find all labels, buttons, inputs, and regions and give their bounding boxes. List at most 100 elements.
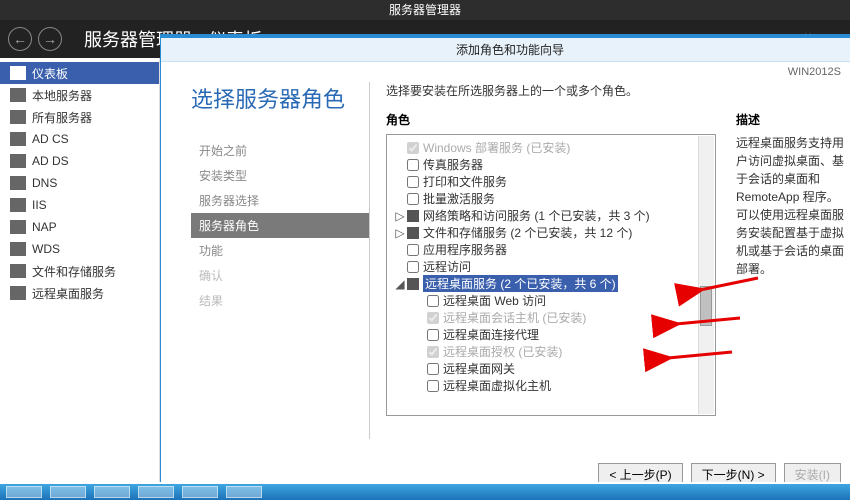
- sidebar-item-icon: [10, 264, 26, 278]
- nav-forward-button[interactable]: →: [38, 27, 62, 51]
- taskbar[interactable]: [0, 482, 850, 500]
- role-row-12[interactable]: 远程桌面授权 (已安装): [393, 343, 713, 360]
- role-checkbox[interactable]: [407, 159, 419, 171]
- sidebar-item-icon: [10, 198, 26, 212]
- sidebar-item-3[interactable]: AD CS: [0, 128, 159, 150]
- checkbox-partial-icon[interactable]: [407, 210, 419, 222]
- role-checkbox[interactable]: [407, 244, 419, 256]
- wizard-heading: 选择服务器角色: [191, 82, 369, 114]
- wizard-dialog: 添加角色和功能向导 选择服务器角色 开始之前安装类型服务器选择服务器角色功能确认…: [160, 34, 850, 500]
- sidebar: 仪表板本地服务器所有服务器 AD CS AD DS DNS IIS NAP WDS 文件和存储…: [0, 58, 160, 500]
- role-row-2[interactable]: 打印和文件服务: [393, 173, 713, 190]
- role-row-6[interactable]: 应用程序服务器: [393, 241, 713, 258]
- checkbox-partial-icon[interactable]: [407, 227, 419, 239]
- wizard-prompt: 选择要安装在所选服务器上的一个或多个角色。: [386, 82, 849, 99]
- sidebar-item-6[interactable]: IIS: [0, 194, 159, 216]
- role-checkbox[interactable]: [427, 363, 439, 375]
- taskbar-item[interactable]: [226, 486, 262, 498]
- sidebar-item-icon: [10, 286, 26, 300]
- sidebar-item-8[interactable]: WDS: [0, 238, 159, 260]
- sidebar-item-label: AD CS: [32, 132, 69, 146]
- taskbar-item[interactable]: [6, 486, 42, 498]
- sidebar-item-2[interactable]: 所有服务器: [0, 106, 159, 128]
- wizard-step-2[interactable]: 服务器选择: [191, 188, 369, 213]
- sidebar-item-label: AD DS: [32, 154, 69, 168]
- wizard-steps-list: 开始之前安装类型服务器选择服务器角色功能确认结果: [191, 138, 369, 313]
- sidebar-item-icon: [10, 66, 26, 80]
- expander-icon[interactable]: ◢: [395, 277, 405, 291]
- wizard-step-4[interactable]: 功能: [191, 238, 369, 263]
- role-label: 远程桌面授权 (已安装): [443, 343, 562, 360]
- sidebar-item-label: NAP: [32, 220, 57, 234]
- role-checkbox[interactable]: [407, 261, 419, 273]
- role-label: 远程访问: [423, 258, 471, 275]
- role-row-5[interactable]: ▷ 文件和存储服务 (2 个已安装，共 12 个): [393, 224, 713, 241]
- sidebar-item-10[interactable]: 远程桌面服务: [0, 282, 159, 304]
- expander-icon[interactable]: ▷: [395, 209, 405, 223]
- role-row-7[interactable]: 远程访问: [393, 258, 713, 275]
- role-row-3[interactable]: 批量激活服务: [393, 190, 713, 207]
- sidebar-item-9[interactable]: 文件和存储服务: [0, 260, 159, 282]
- sidebar-item-5[interactable]: DNS: [0, 172, 159, 194]
- role-checkbox[interactable]: [407, 176, 419, 188]
- role-checkbox: [427, 346, 439, 358]
- role-label: 远程桌面虚拟化主机: [443, 377, 551, 394]
- roles-listbox[interactable]: Windows 部署服务 (已安装)传真服务器打印和文件服务批量激活服务 ▷ 网络策…: [386, 134, 716, 416]
- role-checkbox[interactable]: [427, 295, 439, 307]
- checkbox-partial-icon[interactable]: [407, 278, 419, 290]
- sidebar-item-icon: [10, 220, 26, 234]
- sidebar-item-1[interactable]: 本地服务器: [0, 84, 159, 106]
- wizard-step-0[interactable]: 开始之前: [191, 138, 369, 163]
- wizard-title-bar: 添加角色和功能向导: [161, 38, 850, 62]
- wizard-left-panel: 选择服务器角色 开始之前安装类型服务器选择服务器角色功能确认结果: [161, 62, 369, 499]
- role-row-11[interactable]: 远程桌面连接代理: [393, 326, 713, 343]
- role-label: 远程桌面网关: [443, 360, 515, 377]
- roles-scrollbar-thumb[interactable]: [700, 286, 712, 326]
- wizard-title: 添加角色和功能向导: [456, 43, 564, 57]
- wizard-step-1[interactable]: 安装类型: [191, 163, 369, 188]
- sidebar-item-label: 文件和存储服务: [32, 263, 116, 280]
- sidebar-item-label: 仪表板: [32, 65, 68, 82]
- app-title: 服务器管理器: [389, 3, 461, 17]
- sidebar-item-icon: [10, 242, 26, 256]
- desc-header: 描述: [736, 111, 849, 128]
- sidebar-item-label: DNS: [32, 176, 57, 190]
- role-row-0[interactable]: Windows 部署服务 (已安装): [393, 139, 713, 156]
- role-label: 网络策略和访问服务 (1 个已安装，共 3 个): [423, 207, 650, 224]
- role-checkbox[interactable]: [427, 380, 439, 392]
- role-row-10[interactable]: 远程桌面会话主机 (已安装): [393, 309, 713, 326]
- role-label: 批量激活服务: [423, 190, 495, 207]
- sidebar-item-label: WDS: [32, 242, 60, 256]
- taskbar-item[interactable]: [50, 486, 86, 498]
- role-label: 文件和存储服务 (2 个已安装，共 12 个): [423, 224, 632, 241]
- sidebar-item-icon: [10, 132, 26, 146]
- taskbar-item[interactable]: [138, 486, 174, 498]
- nav-back-button[interactable]: ←: [8, 27, 32, 51]
- desc-text: 远程桌面服务支持用户访问虚拟桌面、基于会话的桌面和 RemoteApp 程序。可…: [736, 134, 849, 278]
- sidebar-item-label: 所有服务器: [32, 109, 92, 126]
- role-row-14[interactable]: 远程桌面虚拟化主机: [393, 377, 713, 394]
- wizard-main-panel: WIN2012S 选择要安装在所选服务器上的一个或多个角色。 角色 Window…: [370, 62, 850, 499]
- sidebar-item-0[interactable]: 仪表板: [0, 62, 159, 84]
- role-row-8[interactable]: ◢远程桌面服务 (2 个已安装，共 6 个): [393, 275, 713, 292]
- sidebar-item-7[interactable]: NAP: [0, 216, 159, 238]
- role-row-13[interactable]: 远程桌面网关: [393, 360, 713, 377]
- sidebar-item-icon: [10, 154, 26, 168]
- taskbar-item[interactable]: [182, 486, 218, 498]
- role-row-4[interactable]: ▷ 网络策略和访问服务 (1 个已安装，共 3 个): [393, 207, 713, 224]
- wizard-step-5: 确认: [191, 263, 369, 288]
- role-checkbox: [407, 142, 419, 154]
- sidebar-item-icon: [10, 88, 26, 102]
- role-checkbox[interactable]: [427, 329, 439, 341]
- roles-scrollbar[interactable]: [698, 136, 714, 414]
- sidebar-item-4[interactable]: AD DS: [0, 150, 159, 172]
- wizard-step-3[interactable]: 服务器角色: [191, 213, 369, 238]
- roles-header: 角色: [386, 111, 716, 128]
- taskbar-item[interactable]: [94, 486, 130, 498]
- role-label: 远程桌面连接代理: [443, 326, 539, 343]
- role-row-9[interactable]: 远程桌面 Web 访问: [393, 292, 713, 309]
- expander-icon[interactable]: ▷: [395, 226, 405, 240]
- role-checkbox[interactable]: [407, 193, 419, 205]
- server-tag: WIN2012S: [788, 66, 841, 78]
- role-row-1[interactable]: 传真服务器: [393, 156, 713, 173]
